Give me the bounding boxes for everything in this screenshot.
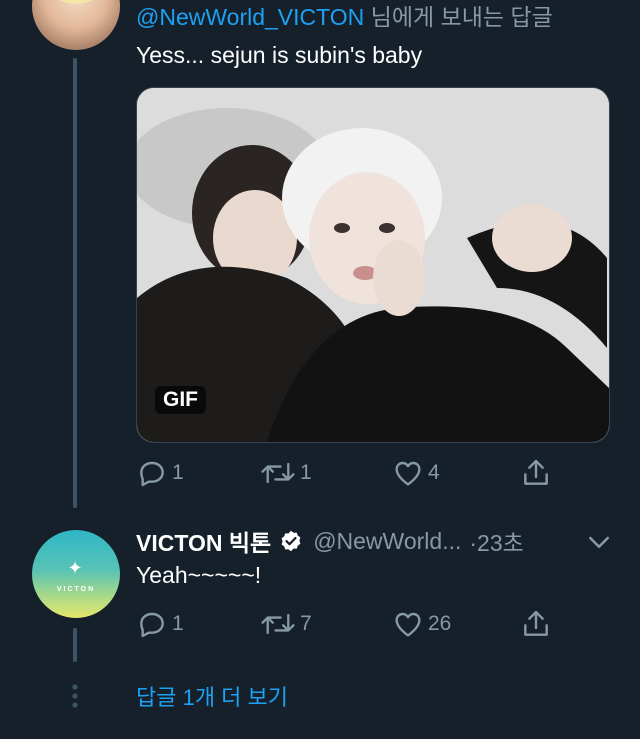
like-button[interactable]: 4 (392, 455, 440, 491)
retweet-button[interactable]: 1 (260, 455, 312, 491)
like-count: 26 (428, 612, 452, 635)
reply-icon (140, 612, 164, 638)
reply-count: 1 (172, 461, 184, 484)
like-icon (395, 612, 421, 637)
thread-line-top (73, 58, 77, 508)
like-icon (395, 461, 421, 486)
retweet-count: 1 (300, 461, 312, 484)
share-button[interactable] (520, 455, 552, 491)
share-icon (524, 610, 548, 636)
like-button[interactable]: 26 (392, 606, 451, 642)
reply-count: 1 (172, 612, 184, 635)
retweet-button[interactable]: 7 (260, 606, 312, 642)
chevron-down-icon[interactable] (584, 528, 614, 558)
retweet-icon (261, 613, 295, 635)
author-handle[interactable]: @NewWorld... (313, 528, 461, 555)
tweet-timestamp[interactable]: ·23초 (469, 524, 523, 558)
avatar-logo-text: VICTON (56, 586, 96, 593)
reply-button[interactable]: 1 (136, 606, 184, 642)
gif-image (137, 88, 609, 442)
tweet-text: Yeah~~~~~! (136, 562, 262, 588)
like-count: 4 (428, 461, 440, 484)
retweet-icon (261, 462, 295, 484)
victon-avatar[interactable]: ✦ VICTON (32, 530, 120, 618)
thread-line-bottom (73, 628, 77, 662)
author-name[interactable]: VICTON 빅톤 (136, 524, 271, 558)
reply-button[interactable]: 1 (136, 455, 184, 491)
share-icon (524, 459, 548, 485)
tweet-action-bar: 1 7 26 (136, 606, 556, 642)
reply-mention-link[interactable]: @NewWorld_VICTON (136, 4, 364, 30)
replying-to-suffix: 님에게 보내는 답글 (364, 4, 553, 30)
replying-to-line: @NewWorld_VICTON 님에게 보내는 답글 (136, 0, 553, 32)
tweet-author-row: VICTON 빅톤 @NewWorld... ·23초 (136, 524, 524, 558)
reply-action-bar: 1 1 4 (136, 455, 556, 491)
more-dots-icon (72, 684, 78, 708)
gif-media[interactable]: GIF (136, 87, 610, 443)
verified-badge-icon (279, 529, 303, 553)
retweet-count: 7 (300, 612, 312, 635)
victon-logo-icon: ✦ (67, 558, 85, 578)
show-more-replies-link[interactable]: 답글 1개 더 보기 (136, 680, 288, 712)
reply-author-avatar[interactable] (32, 0, 120, 50)
reply-tweet-text: Yess... sejun is subin's baby (136, 42, 423, 68)
share-button[interactable] (520, 606, 552, 642)
reply-icon (140, 461, 164, 487)
gif-badge: GIF (155, 386, 206, 414)
